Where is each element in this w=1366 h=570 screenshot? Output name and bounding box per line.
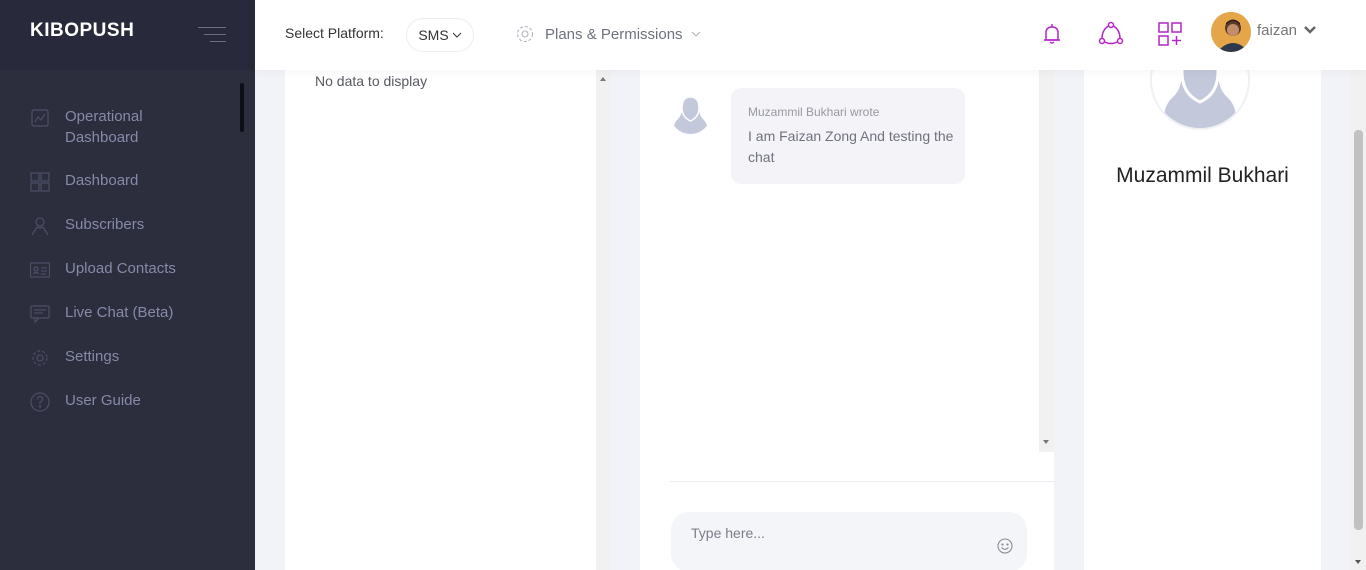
plans-permissions-menu[interactable]: Plans & Permissions bbox=[515, 24, 701, 44]
chevron-down-icon[interactable] bbox=[1303, 25, 1317, 35]
sidebar-item-user-guide[interactable]: User Guide bbox=[0, 390, 240, 434]
sidebar-item-label: User Guide bbox=[65, 392, 141, 409]
user-icon bbox=[31, 217, 49, 236]
scroll-down-arrow-icon[interactable] bbox=[1355, 560, 1361, 564]
sidebar-item-subscribers[interactable]: Subscribers bbox=[0, 214, 240, 258]
chart-icon bbox=[31, 109, 49, 127]
brand-bar: KIBOPUSH bbox=[0, 0, 255, 70]
share-network-icon[interactable] bbox=[1098, 21, 1124, 47]
profile-panel: Muzammil Bukhari bbox=[1084, 30, 1321, 570]
sidebar-item-dashboard[interactable]: Dashboard bbox=[0, 170, 240, 214]
message-input[interactable] bbox=[691, 522, 981, 544]
sender-avatar bbox=[670, 93, 711, 134]
empty-state-text: No data to display bbox=[315, 73, 428, 89]
sidebar-item-label: Subscribers bbox=[65, 216, 145, 233]
conversation-list-scrollbar[interactable] bbox=[596, 70, 611, 570]
sidebar-item-label: Operational Dashboard bbox=[65, 108, 143, 146]
top-header: Select Platform: SMS Plans & Permissions… bbox=[255, 0, 1366, 70]
platform-label: Select Platform: bbox=[285, 25, 384, 41]
profile-name: Muzammil Bukhari bbox=[1116, 164, 1289, 187]
sidebar-scrollbar[interactable] bbox=[240, 83, 244, 132]
chat-scrollbar[interactable] bbox=[1039, 70, 1054, 452]
user-avatar[interactable] bbox=[1211, 12, 1251, 52]
sidebar: KIBOPUSH Operational Dashboard Dashboard… bbox=[0, 0, 255, 570]
sidebar-menu: Operational Dashboard Dashboard Subscrib… bbox=[0, 106, 240, 434]
plans-permissions-label: Plans & Permissions bbox=[545, 25, 683, 43]
bell-icon[interactable] bbox=[1039, 21, 1065, 47]
user-photo-icon bbox=[1211, 12, 1251, 52]
chat-icon bbox=[30, 305, 50, 324]
gear-icon bbox=[516, 25, 534, 43]
brand-logo[interactable]: KIBOPUSH bbox=[30, 20, 134, 42]
user-name[interactable]: faizan bbox=[1257, 22, 1297, 39]
chevron-down-icon bbox=[452, 32, 462, 38]
hamburger-menu-icon[interactable] bbox=[198, 27, 226, 45]
emoji-icon[interactable] bbox=[997, 538, 1013, 554]
sidebar-item-operational-dashboard[interactable]: Operational Dashboard bbox=[0, 106, 240, 150]
message-composer bbox=[671, 512, 1027, 570]
sidebar-item-live-chat[interactable]: Live Chat (Beta) bbox=[0, 302, 240, 346]
message-bubble: Muzammil Bukhari wrote I am Faizan Zong … bbox=[731, 88, 965, 184]
page-scrollbar-thumb[interactable] bbox=[1354, 130, 1363, 530]
sidebar-item-label: Settings bbox=[65, 348, 120, 365]
scroll-down-arrow-icon[interactable] bbox=[1043, 440, 1049, 444]
help-icon bbox=[30, 392, 50, 412]
chevron-down-icon bbox=[691, 31, 700, 37]
gear-icon bbox=[32, 350, 48, 366]
sidebar-item-label: Upload Contacts bbox=[65, 260, 176, 277]
sidebar-item-label: Live Chat (Beta) bbox=[65, 304, 174, 321]
platform-value: SMS bbox=[418, 27, 449, 43]
dashboard-grid-icon bbox=[30, 172, 50, 192]
message-text: I am Faizan Zong And testing the chat bbox=[748, 128, 954, 165]
conversation-list-panel: No data to display bbox=[285, 70, 596, 570]
chat-messages-area: Muzammil Bukhari wrote I am Faizan Zong … bbox=[640, 70, 1039, 452]
contact-card-icon bbox=[30, 262, 50, 278]
apps-grid-icon[interactable] bbox=[1157, 21, 1183, 47]
default-avatar-icon bbox=[670, 93, 711, 134]
message-author: Muzammil Bukhari wrote bbox=[748, 105, 880, 119]
divider bbox=[670, 481, 1054, 482]
page-scrollbar[interactable] bbox=[1351, 70, 1366, 570]
platform-select[interactable]: SMS bbox=[406, 18, 474, 52]
scroll-up-arrow-icon[interactable] bbox=[600, 77, 606, 81]
sidebar-item-settings[interactable]: Settings bbox=[0, 346, 240, 390]
chat-panel: Muzammil Bukhari wrote I am Faizan Zong … bbox=[640, 70, 1054, 570]
sidebar-item-upload-contacts[interactable]: Upload Contacts bbox=[0, 258, 240, 302]
sidebar-item-label: Dashboard bbox=[65, 172, 139, 189]
